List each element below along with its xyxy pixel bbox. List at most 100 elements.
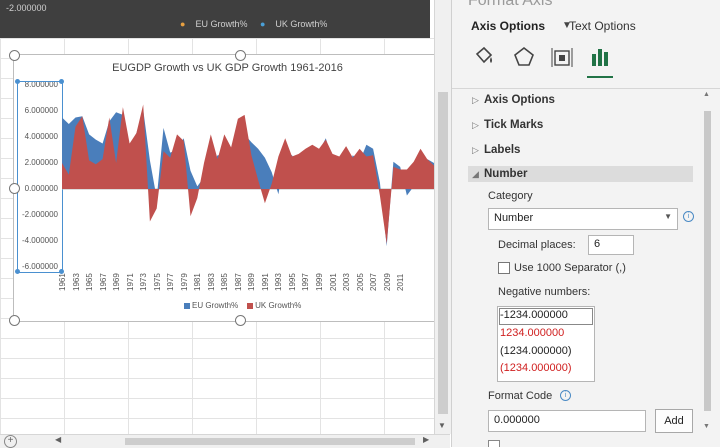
pane-scroll-up-arrow[interactable]: ▲ — [703, 91, 710, 98]
section-tick-marks[interactable]: ▷ Tick Marks — [472, 119, 543, 131]
size-properties-icon[interactable] — [549, 44, 575, 70]
expand-icon: ▷ — [472, 120, 479, 130]
category-label: Category — [488, 190, 533, 202]
legend-swatch-eu — [184, 302, 190, 309]
expand-icon: ▷ — [472, 145, 479, 155]
top-legend-uk: UK Growth% — [275, 19, 328, 29]
thousands-separator-checkbox[interactable] — [498, 262, 510, 274]
decimal-places-value: 6 — [594, 238, 601, 250]
negative-option[interactable]: (1234.000000) — [500, 362, 572, 374]
scroll-right-arrow[interactable]: ▶ — [423, 435, 429, 444]
pane-divider — [452, 88, 720, 89]
x-tick-label: 1993 — [274, 273, 284, 291]
negative-option[interactable]: 1234.000000 — [500, 327, 564, 339]
top-chart-legend: ● EU Growth% ● UK Growth% — [180, 19, 328, 29]
x-tick-label: 1985 — [220, 273, 230, 291]
grid-row-line — [0, 358, 434, 359]
scroll-left-arrow[interactable]: ◀ — [55, 435, 61, 444]
x-tick-label: 1979 — [179, 273, 189, 291]
expand-icon: ▷ — [472, 95, 479, 105]
negative-numbers-label: Negative numbers: — [498, 286, 591, 298]
x-tick-label: 1999 — [315, 273, 325, 291]
sheet-vertical-scroll-thumb[interactable] — [438, 92, 448, 414]
chart-area[interactable]: EUGDP Growth vs UK GDP Growth 1961-2016 … — [13, 54, 434, 322]
chart-resize-handle-tl[interactable] — [9, 50, 20, 61]
x-tick-label: 1983 — [206, 273, 216, 291]
chart-resize-handle-bl[interactable] — [9, 315, 20, 326]
format-code-value: 0.000000 — [494, 414, 540, 426]
top-chart-y-tick: -2.000000 — [6, 3, 47, 13]
x-tick-label: 2001 — [328, 273, 338, 291]
collapse-icon: ◢ — [472, 169, 479, 179]
x-tick-label: 2009 — [382, 273, 392, 291]
grid-row-line — [0, 418, 434, 419]
x-tick-label: 2003 — [342, 273, 352, 291]
tab-text-options[interactable]: Text Options — [569, 19, 636, 33]
x-tick-label: 1971 — [125, 273, 135, 291]
add-button[interactable]: Add — [655, 409, 693, 433]
effects-icon[interactable] — [511, 44, 537, 70]
format-code-input[interactable]: 0.000000 — [488, 410, 646, 432]
format-axis-pane: Format Axis Axis Options ▼ Text Options … — [451, 0, 720, 447]
legend-eu: EU Growth% — [192, 301, 239, 310]
category-value: Number — [494, 212, 534, 224]
section-number[interactable]: ◢ Number — [472, 168, 527, 180]
x-tick-label: 2005 — [355, 273, 365, 291]
x-tick-label: 1975 — [152, 273, 162, 291]
info-icon[interactable]: i — [683, 211, 694, 222]
info-icon[interactable]: i — [560, 390, 571, 401]
legend-uk: UK Growth% — [255, 301, 302, 310]
fill-line-icon[interactable] — [471, 44, 497, 70]
negative-numbers-list[interactable]: -1234.000000 1234.000000 (1234.000000) (… — [497, 306, 595, 382]
negative-option[interactable]: -1234.000000 — [500, 309, 568, 321]
section-number-label: Number — [484, 168, 528, 180]
sheet-tab-bar: + ◀ ▶ — [0, 434, 450, 448]
grid-row-line — [0, 38, 434, 39]
x-tick-label: 1987 — [233, 273, 243, 291]
grid-row-line — [0, 378, 434, 379]
spreadsheet-grid[interactable]: -2.000000 ● EU Growth% ● UK Growth% EUGDP … — [0, 0, 434, 447]
section-axis-options-label: Axis Options — [484, 94, 555, 106]
grid-column-line — [0, 0, 1, 447]
scroll-down-arrow[interactable]: ▼ — [438, 421, 446, 430]
chart-resize-handle-ml[interactable] — [9, 183, 20, 194]
x-tick-label: 1969 — [112, 273, 122, 291]
tab-axis-options[interactable]: Axis Options — [471, 19, 545, 33]
category-dropdown[interactable]: Number ▼ — [488, 208, 678, 230]
sheet-vertical-scrollbar[interactable]: ▼ — [434, 0, 451, 434]
x-tick-label: 1995 — [287, 273, 297, 291]
section-axis-options[interactable]: ▷ Axis Options — [472, 94, 555, 106]
format-code-label: Format Code — [488, 390, 553, 402]
x-tick-label: 1961 — [58, 273, 67, 291]
pane-scroll-down-arrow[interactable]: ▼ — [703, 423, 710, 430]
section-labels[interactable]: ▷ Labels — [472, 144, 520, 156]
top-legend-eu: EU Growth% — [195, 19, 248, 29]
chart-legend[interactable]: EU Growth% UK Growth% — [184, 301, 301, 310]
add-sheet-button[interactable]: + — [4, 435, 17, 448]
negative-option[interactable]: (1234.000000) — [500, 345, 572, 357]
x-tick-label: 1981 — [193, 273, 203, 291]
x-tick-label: 1977 — [166, 273, 176, 291]
linked-to-source-checkbox[interactable] — [488, 440, 500, 447]
decimal-places-input[interactable]: 6 — [588, 235, 634, 255]
pane-title: Format Axis — [468, 0, 553, 9]
section-labels-label: Labels — [484, 144, 521, 156]
chart-resize-handle-bm[interactable] — [235, 315, 246, 326]
sheet-horizontal-scroll-thumb[interactable] — [125, 438, 415, 445]
x-tick-label: 1967 — [98, 273, 108, 291]
pane-scroll-thumb[interactable] — [704, 111, 711, 411]
grid-row-line — [0, 338, 434, 339]
chart-resize-handle-tm[interactable] — [235, 50, 246, 61]
section-tick-marks-label: Tick Marks — [484, 119, 544, 131]
pane-scrollbar[interactable]: ▲ ▼ — [695, 89, 720, 447]
x-tick-label: 2011 — [396, 273, 406, 291]
axis-options-icon[interactable] — [587, 44, 613, 78]
x-tick-label: 2007 — [369, 273, 379, 291]
thousands-separator-label: Use 1000 Separator (,) — [514, 262, 626, 274]
decimal-places-label: Decimal places: — [498, 239, 576, 251]
grid-row-line — [0, 398, 434, 399]
x-tick-label: 1989 — [247, 273, 257, 291]
legend-swatch-uk — [247, 302, 254, 309]
x-tick-label: 1997 — [301, 273, 311, 291]
top-chart-fragment[interactable]: -2.000000 ● EU Growth% ● UK Growth% — [0, 0, 430, 38]
